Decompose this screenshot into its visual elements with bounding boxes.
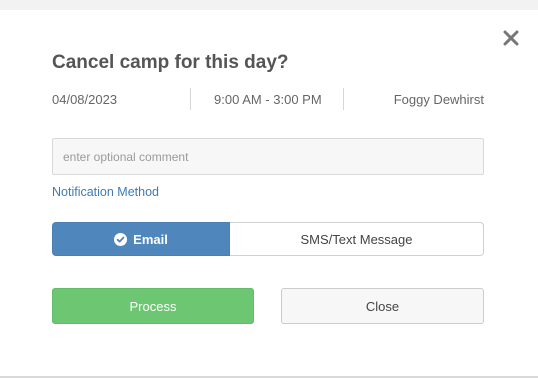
camp-date: 04/08/2023: [52, 92, 118, 107]
notification-method-label: Notification Method: [52, 185, 160, 199]
backdrop-strip: [0, 0, 538, 10]
sms-option[interactable]: SMS/Text Message: [230, 222, 484, 256]
sms-option-label: SMS/Text Message: [300, 231, 413, 247]
close-button[interactable]: Close: [281, 288, 484, 324]
close-icon[interactable]: [501, 28, 521, 48]
camper-name: Foggy Dewhirst: [393, 92, 484, 107]
camp-details-row: 04/08/2023 9:00 AM - 3:00 PM Foggy Dewhi…: [52, 88, 484, 110]
check-circle-icon: [114, 232, 128, 246]
notification-method-toggle: Email SMS/Text Message: [52, 222, 484, 256]
email-option-label: Email: [133, 231, 168, 247]
divider: [343, 88, 344, 110]
divider: [190, 88, 191, 110]
email-option[interactable]: Email: [52, 222, 230, 256]
dialog-title: Cancel camp for this day?: [52, 52, 289, 73]
camp-time: 9:00 AM - 3:00 PM: [214, 92, 322, 107]
comment-input[interactable]: [52, 138, 484, 175]
process-button[interactable]: Process: [52, 288, 254, 324]
